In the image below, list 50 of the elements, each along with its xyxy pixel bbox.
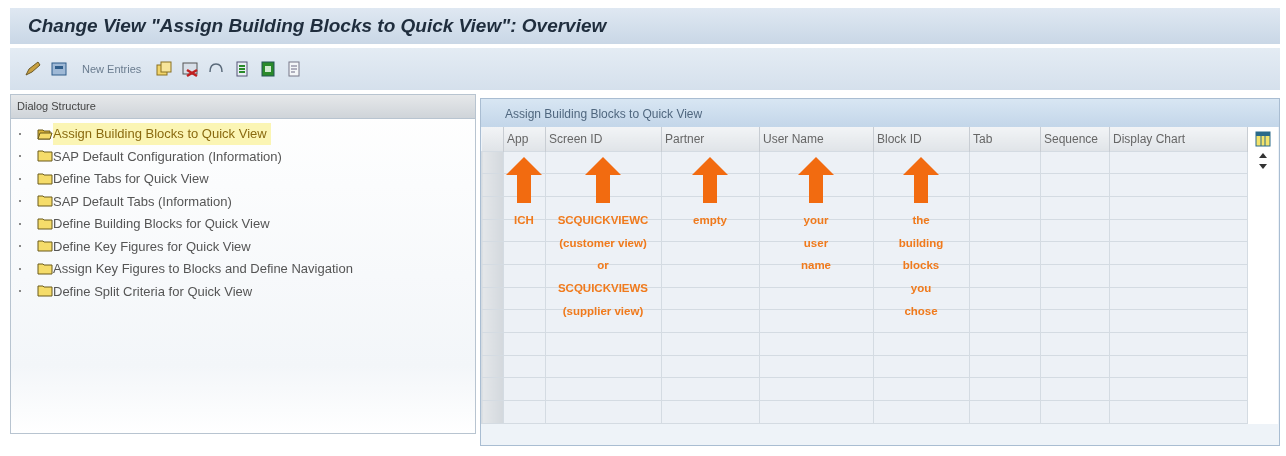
column-header[interactable]: App — [503, 127, 546, 151]
tree-item[interactable]: Assign Building Blocks to Quick View — [53, 123, 271, 145]
annotation-text: SCQUICKVIEWC (customer view) or SCQUICKVIEWS (supplier view) — [557, 213, 649, 319]
window-title: Change View "Assign Building Blocks to Quick View": Overview — [28, 13, 607, 38]
tree-item[interactable]: Define Key Figures for Quick View — [53, 235, 255, 257]
column-header[interactable]: Sequence — [1040, 127, 1110, 151]
column-header[interactable]: Screen ID — [545, 127, 662, 151]
row-selector[interactable] — [481, 377, 504, 401]
row-selector[interactable] — [481, 264, 504, 288]
column-header[interactable]: Block ID — [873, 127, 970, 151]
panel-title: Dialog Structure — [11, 95, 475, 119]
column-header[interactable]: Display Chart — [1109, 127, 1248, 151]
column-header[interactable]: Partner — [661, 127, 760, 151]
tree-item[interactable]: Assign Key Figures to Blocks and Define Navigation — [53, 258, 357, 280]
annotation-text: your user name — [800, 213, 831, 274]
row-selector[interactable] — [481, 400, 504, 424]
row-selector[interactable] — [481, 287, 504, 310]
tree-item[interactable]: Define Tabs for Quick View — [53, 168, 213, 190]
scroll-up-icon[interactable] — [1259, 153, 1267, 158]
row-selector[interactable] — [481, 219, 504, 242]
up-arrow — [690, 157, 730, 203]
up-arrow — [583, 157, 623, 203]
display-icon[interactable] — [50, 60, 68, 78]
row-selector[interactable] — [481, 241, 504, 265]
row-selector[interactable] — [481, 196, 504, 220]
new-entries-button[interactable]: New Entries — [76, 60, 148, 78]
tree-item[interactable]: SAP Default Tabs (Information) — [53, 190, 236, 212]
up-arrow — [901, 157, 941, 203]
annotation-text: the building blocks you chose — [898, 213, 944, 319]
tree-item[interactable]: Define Split Criteria for Quick View — [53, 280, 257, 302]
column-header[interactable]: Tab — [969, 127, 1041, 151]
row-selector[interactable] — [481, 332, 504, 356]
column-header[interactable]: User Name — [759, 127, 874, 151]
up-arrow — [504, 157, 544, 203]
tree-item[interactable]: SAP Default Configuration (Information) — [53, 145, 286, 167]
copy-icon[interactable] — [155, 60, 174, 78]
row-selector[interactable] — [481, 151, 504, 174]
row-selector[interactable] — [481, 309, 504, 333]
annotation-text: ICH — [514, 213, 534, 228]
delete-icon[interactable] — [181, 60, 200, 78]
row-selector[interactable] — [481, 173, 504, 197]
column-settings-icon[interactable] — [1255, 131, 1271, 147]
tree-item[interactable]: Define Building Blocks for Quick View — [53, 213, 274, 235]
pencil-icon[interactable] — [24, 60, 42, 78]
annotation-text: empty — [693, 213, 727, 228]
table-title: Assign Building Blocks to Quick View — [481, 99, 1279, 127]
row-selector[interactable] — [481, 355, 504, 378]
select-block-icon[interactable] — [259, 60, 278, 78]
up-arrow — [796, 157, 836, 203]
scroll-down-icon[interactable] — [1259, 164, 1267, 169]
